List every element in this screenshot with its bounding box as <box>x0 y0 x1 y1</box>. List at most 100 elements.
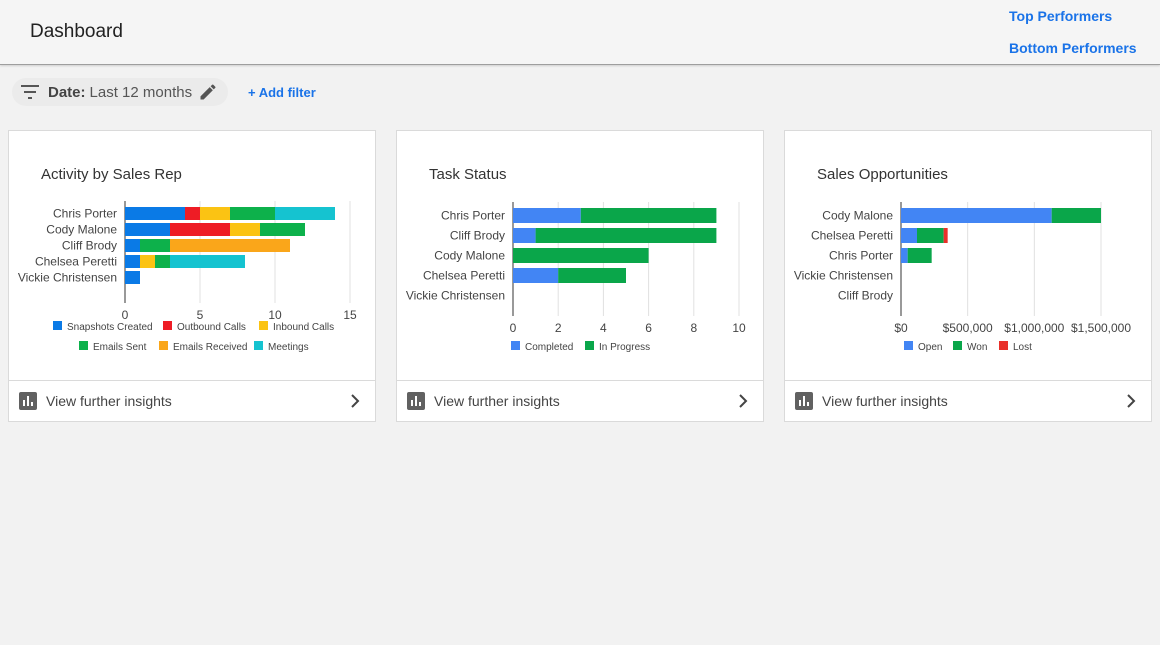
legend-swatch <box>163 321 172 330</box>
legend-swatch <box>585 341 594 350</box>
x-tick-label: 6 <box>645 321 652 335</box>
filter-icon <box>18 80 42 104</box>
legend-swatch <box>953 341 962 350</box>
bar-segment[interactable] <box>125 271 140 284</box>
bar-segment[interactable] <box>125 223 170 236</box>
view-insights-button[interactable]: View further insights <box>785 380 1151 421</box>
category-label: Chelsea Peretti <box>811 229 893 243</box>
legend-label: Snapshots Created <box>67 322 153 333</box>
date-filter-chip[interactable]: Date: Last 12 months <box>12 78 228 106</box>
x-tick-label: 0 <box>122 308 129 322</box>
bar-segment[interactable] <box>275 207 335 220</box>
add-filter-button[interactable]: + Add filter <box>248 85 316 100</box>
bar-segment[interactable] <box>901 248 908 263</box>
x-tick-label: 15 <box>343 308 357 322</box>
bar-segment[interactable] <box>260 223 305 236</box>
bar-chart-icon <box>795 392 813 410</box>
bar-segment[interactable] <box>513 208 581 223</box>
view-insights-button[interactable]: View further insights <box>397 380 763 421</box>
x-tick-label: 5 <box>197 308 204 322</box>
category-label: Cliff Brody <box>62 239 117 253</box>
category-label: Chris Porter <box>829 249 893 263</box>
legend-label: Completed <box>525 342 573 353</box>
sales-opportunities-card: $0 $500,000 $1,000,000 $1,500,000 Cody Malon… <box>784 130 1152 422</box>
bar-segment[interactable] <box>125 255 140 268</box>
bottom-performers-link[interactable]: Bottom Performers <box>1009 40 1137 56</box>
bar-segment[interactable] <box>230 207 275 220</box>
card-title: Task Status <box>429 166 507 183</box>
card-title: Activity by Sales Rep <box>41 166 182 183</box>
task-status-card: 0 2 4 6 8 10 Chris Porter Cliff Brody Cody Malon… <box>396 130 764 422</box>
x-tick-label: 0 <box>510 321 517 335</box>
bar-segment[interactable] <box>535 228 717 243</box>
x-tick-label: $500,000 <box>943 321 993 335</box>
pencil-icon[interactable] <box>198 82 218 102</box>
chevron-right-icon <box>1125 393 1137 414</box>
x-tick-label: 10 <box>732 321 746 335</box>
bar-segment[interactable] <box>1051 208 1101 223</box>
bar-segment[interactable] <box>185 207 200 220</box>
activity-card: 0 5 10 15 Chris Porter Cody Malone Cliff Brody… <box>8 130 376 422</box>
category-label: Chelsea Peretti <box>423 269 505 283</box>
page-title: Dashboard <box>30 21 123 42</box>
legend-swatch <box>53 321 62 330</box>
bar-segment[interactable] <box>580 208 717 223</box>
category-label: Chris Porter <box>441 209 505 223</box>
bar-chart-icon <box>19 392 37 410</box>
category-label: Cody Malone <box>434 249 505 263</box>
x-tick-label: 2 <box>555 321 562 335</box>
bar-segment[interactable] <box>170 255 245 268</box>
chevron-right-icon <box>737 393 749 414</box>
bar-segment[interactable] <box>200 207 230 220</box>
bar-segment[interactable] <box>917 228 944 243</box>
x-tick-label: 8 <box>690 321 697 335</box>
bar-segment[interactable] <box>907 248 932 263</box>
bar-segment[interactable] <box>901 208 1052 223</box>
bar-chart-icon <box>407 392 425 410</box>
legend-swatch <box>254 341 263 350</box>
category-label: Cliff Brody <box>838 289 893 303</box>
bar-segment[interactable] <box>170 223 230 236</box>
category-label: Vickie Christensen <box>18 271 117 285</box>
category-label: Cody Malone <box>46 223 117 237</box>
category-label: Vickie Christensen <box>406 289 505 303</box>
legend-label: Open <box>918 342 942 353</box>
legend-swatch <box>159 341 168 350</box>
x-tick-label: $1,000,000 <box>1004 321 1064 335</box>
view-insights-label: View further insights <box>822 393 948 409</box>
top-performers-link[interactable]: Top Performers <box>1009 8 1112 24</box>
legend-label: Lost <box>1013 342 1032 353</box>
legend-swatch <box>511 341 520 350</box>
legend-swatch <box>259 321 268 330</box>
x-tick-label: $0 <box>894 321 908 335</box>
legend-label: Emails Sent <box>93 342 147 353</box>
x-tick-label: $1,500,000 <box>1071 321 1131 335</box>
bar-segment[interactable] <box>513 268 559 283</box>
category-label: Chris Porter <box>53 207 117 221</box>
filter-value: Last 12 months <box>89 83 193 101</box>
bar-segment[interactable] <box>170 239 290 252</box>
category-label: Cody Malone <box>822 209 893 223</box>
category-label: Chelsea Peretti <box>35 255 117 269</box>
legend-label: Inbound Calls <box>273 322 334 333</box>
chevron-right-icon <box>349 393 361 414</box>
bar-segment[interactable] <box>943 228 948 243</box>
bar-segment[interactable] <box>513 228 536 243</box>
legend-swatch <box>999 341 1008 350</box>
filter-label: Date: <box>48 83 86 101</box>
bar-segment[interactable] <box>140 239 170 252</box>
category-label: Cliff Brody <box>450 229 505 243</box>
view-insights-label: View further insights <box>46 393 172 409</box>
bar-segment[interactable] <box>230 223 260 236</box>
card-title: Sales Opportunities <box>817 166 948 183</box>
bar-segment[interactable] <box>558 268 626 283</box>
bar-segment[interactable] <box>125 239 140 252</box>
legend-label: Meetings <box>268 342 309 353</box>
bar-segment[interactable] <box>140 255 155 268</box>
x-tick-label: 10 <box>268 308 282 322</box>
bar-segment[interactable] <box>513 248 649 263</box>
bar-segment[interactable] <box>125 207 185 220</box>
bar-segment[interactable] <box>901 228 917 243</box>
bar-segment[interactable] <box>155 255 170 268</box>
view-insights-button[interactable]: View further insights <box>9 380 375 421</box>
